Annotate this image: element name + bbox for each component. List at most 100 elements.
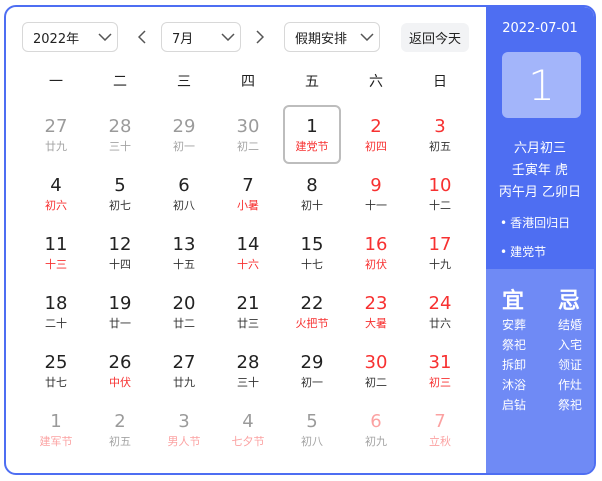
date-cell[interactable]: 9 十一 bbox=[344, 164, 408, 223]
date-cell[interactable]: 31 初三 bbox=[408, 341, 472, 400]
lunar-label: 大暑 bbox=[365, 317, 387, 330]
weekday-label: 三 bbox=[177, 74, 191, 90]
date-number: 5 bbox=[306, 411, 318, 432]
calendar-panel: 2022年 7月 假期安排 返回今天 一 二 三 四 五 六 日 27 廿九 2… bbox=[6, 7, 486, 473]
date-cell[interactable]: 7 小暑 bbox=[216, 164, 280, 223]
date-number: 30 bbox=[236, 116, 260, 137]
date-cell[interactable]: 18 二十 bbox=[24, 282, 88, 341]
festival-item: 香港回归日 bbox=[500, 214, 570, 231]
yi-item: 祭祀 bbox=[502, 338, 527, 352]
date-cell[interactable]: 27 廿九 bbox=[24, 105, 88, 164]
lunar-label: 十四 bbox=[109, 258, 131, 271]
lunar-label: 廿七 bbox=[45, 376, 67, 389]
lunar-label: 建军节 bbox=[39, 435, 73, 448]
chevron-right-icon bbox=[256, 30, 264, 44]
date-cell[interactable]: 14 十六 bbox=[216, 223, 280, 282]
year-select[interactable]: 2022年 bbox=[22, 22, 118, 52]
date-cell[interactable]: 13 十五 bbox=[152, 223, 216, 282]
date-cell[interactable]: 28 三十 bbox=[88, 105, 152, 164]
lunar-label: 廿三 bbox=[237, 317, 259, 330]
week-row: 11 十三 12 十四 13 十五 14 十六 15 十七 16 初伏 17 十九 bbox=[24, 223, 472, 282]
date-number: 16 bbox=[364, 234, 388, 255]
date-cell[interactable]: 22 火把节 bbox=[280, 282, 344, 341]
prev-month-button[interactable] bbox=[132, 22, 152, 52]
lunar-label: 十九 bbox=[429, 258, 451, 271]
holiday-select-value: 假期安排 bbox=[295, 31, 348, 47]
ji-item: 作灶 bbox=[558, 378, 583, 392]
week-row: 25 廿七 26 中伏 27 廿九 28 三十 29 初一 30 初二 31 初三 bbox=[24, 341, 472, 400]
date-cell[interactable]: 26 中伏 bbox=[88, 341, 152, 400]
date-cell[interactable]: 4 初六 bbox=[24, 164, 88, 223]
date-cell[interactable]: 23 大暑 bbox=[344, 282, 408, 341]
yi-title: 宜 bbox=[502, 289, 525, 314]
date-cell[interactable]: 25 廿七 bbox=[24, 341, 88, 400]
month-select-value: 7月 bbox=[172, 31, 194, 47]
lunar-label: 十一 bbox=[365, 199, 387, 212]
date-cell[interactable]: 21 廿三 bbox=[216, 282, 280, 341]
yi-list: 安葬 祭祀 拆卸 沐浴 启钻 bbox=[502, 315, 526, 415]
date-cell[interactable]: 6 初九 bbox=[344, 400, 408, 459]
date-number: 5 bbox=[114, 175, 126, 196]
date-cell[interactable]: 5 初七 bbox=[88, 164, 152, 223]
date-cell[interactable]: 17 十九 bbox=[408, 223, 472, 282]
lunar-label: 十六 bbox=[237, 258, 259, 271]
date-cell[interactable]: 3 男人节 bbox=[152, 400, 216, 459]
date-cell[interactable]: 7 立秋 bbox=[408, 400, 472, 459]
date-cell[interactable]: 16 初伏 bbox=[344, 223, 408, 282]
date-number: 31 bbox=[428, 352, 452, 373]
date-number: 21 bbox=[236, 293, 260, 314]
lunar-label: 七夕节 bbox=[231, 435, 265, 448]
date-cell[interactable]: 2 初四 bbox=[344, 105, 408, 164]
yi-item: 安葬 bbox=[502, 318, 527, 332]
weekday-label: 一 bbox=[49, 74, 63, 90]
date-cell[interactable]: 5 初八 bbox=[280, 400, 344, 459]
date-cell[interactable]: 12 十四 bbox=[88, 223, 152, 282]
date-cell[interactable]: 29 初一 bbox=[280, 341, 344, 400]
date-number: 11 bbox=[44, 234, 68, 255]
date-cell[interactable]: 11 十三 bbox=[24, 223, 88, 282]
weekday-label: 六 bbox=[369, 74, 383, 90]
date-cell[interactable]: 24 廿六 bbox=[408, 282, 472, 341]
date-number: 12 bbox=[108, 234, 132, 255]
date-number: 6 bbox=[178, 175, 190, 196]
date-number: 8 bbox=[306, 175, 318, 196]
festival-item: 建党节 bbox=[500, 243, 546, 260]
month-select[interactable]: 7月 bbox=[161, 22, 241, 52]
chevron-left-icon bbox=[138, 30, 146, 44]
next-month-button[interactable] bbox=[250, 22, 270, 52]
lunar-label: 小暑 bbox=[237, 199, 259, 212]
date-cell[interactable]: 2 初五 bbox=[88, 400, 152, 459]
date-cell[interactable]: 27 廿九 bbox=[152, 341, 216, 400]
date-cell[interactable]: 6 初八 bbox=[152, 164, 216, 223]
back-to-today-button[interactable]: 返回今天 bbox=[401, 23, 469, 52]
weekday-label: 四 bbox=[241, 74, 255, 90]
date-number: 23 bbox=[364, 293, 388, 314]
lunar-label: 二十 bbox=[45, 317, 67, 330]
date-number: 29 bbox=[172, 116, 196, 137]
ji-item: 入宅 bbox=[558, 338, 583, 352]
date-cell[interactable]: 29 初一 bbox=[152, 105, 216, 164]
date-cell[interactable]: 19 廿一 bbox=[88, 282, 152, 341]
date-cell[interactable]: 10 十二 bbox=[408, 164, 472, 223]
date-cell[interactable]: 15 十七 bbox=[280, 223, 344, 282]
date-cell[interactable]: 20 廿二 bbox=[152, 282, 216, 341]
yi-item: 沐浴 bbox=[502, 378, 527, 392]
date-number: 2 bbox=[370, 116, 382, 137]
date-cell[interactable]: 4 七夕节 bbox=[216, 400, 280, 459]
date-cell[interactable]: 30 初二 bbox=[344, 341, 408, 400]
date-cell[interactable]: 1 建军节 bbox=[24, 400, 88, 459]
weekday-label: 日 bbox=[433, 74, 447, 90]
date-cell[interactable]: 28 三十 bbox=[216, 341, 280, 400]
chevron-down-icon bbox=[93, 33, 117, 41]
date-number: 3 bbox=[434, 116, 446, 137]
date-number: 22 bbox=[300, 293, 324, 314]
date-number: 27 bbox=[172, 352, 196, 373]
date-cell[interactable]: 3 初五 bbox=[408, 105, 472, 164]
date-number: 19 bbox=[108, 293, 132, 314]
holiday-select[interactable]: 假期安排 bbox=[284, 22, 380, 52]
ganzhi-month-day: 丙午月 乙卯日 bbox=[498, 185, 582, 200]
date-cell-today[interactable]: 1 建党节 bbox=[283, 105, 341, 164]
date-cell[interactable]: 8 初十 bbox=[280, 164, 344, 223]
date-cell[interactable]: 30 初二 bbox=[216, 105, 280, 164]
date-number: 4 bbox=[50, 175, 62, 196]
